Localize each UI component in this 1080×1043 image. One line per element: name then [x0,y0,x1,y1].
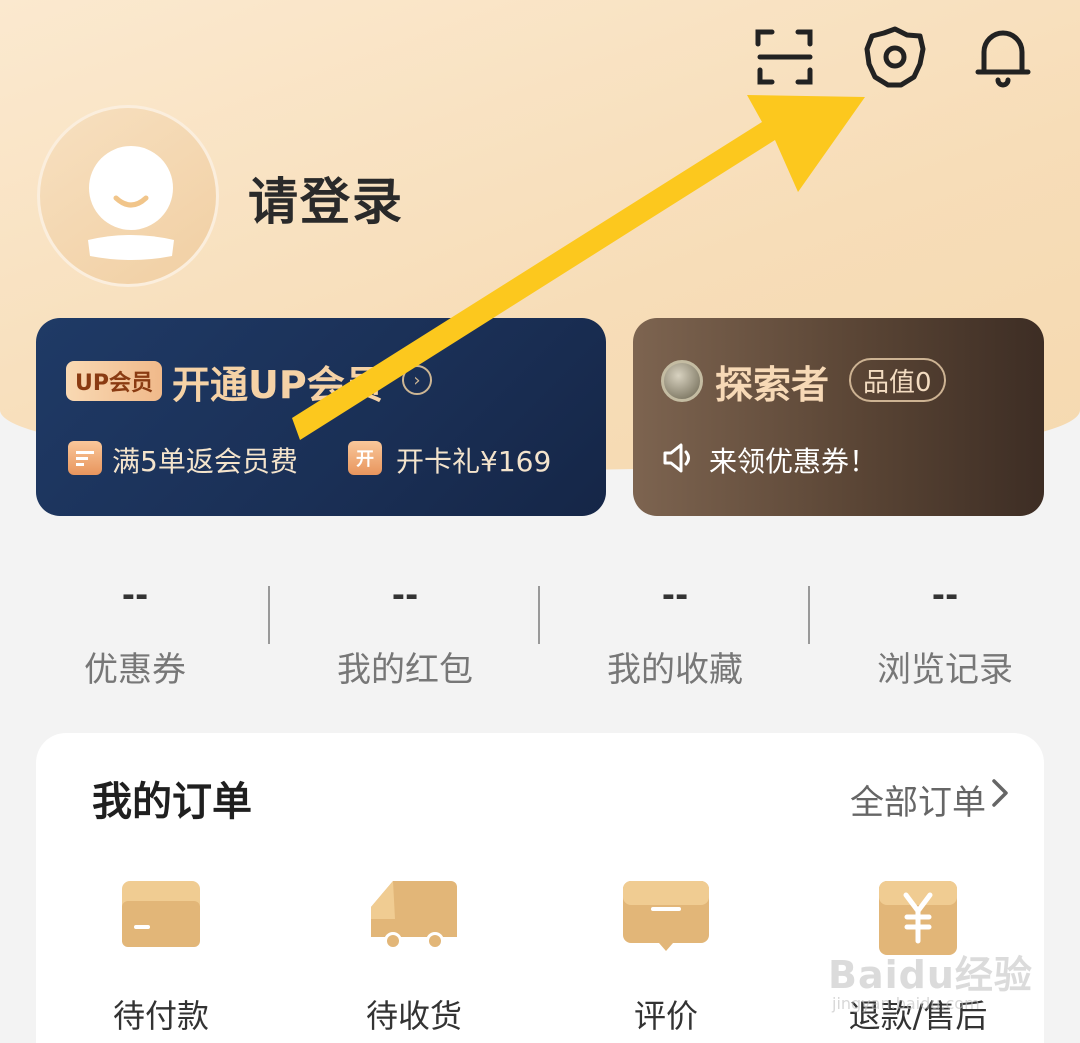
stat-label: 我的红包 [337,650,473,690]
stat-label: 优惠券 [84,650,186,690]
stat-value: -- [391,576,419,614]
wallet-card-icon [122,881,200,947]
stat-value: -- [121,576,149,614]
medal-icon [661,360,703,402]
vip-card-title: 开通UP会员 [172,363,383,407]
stat-value: -- [931,576,959,614]
stat-coupons[interactable]: -- 优惠券 [0,572,270,691]
claim-coupon-link[interactable]: 来领优惠券！ [709,440,877,480]
avatar[interactable] [37,105,219,287]
order-pending-payment[interactable]: 待付款 [51,879,271,1037]
open-card-gift-icon: 开 [348,441,382,475]
stat-label: 我的收藏 [607,650,743,690]
stat-red-packets[interactable]: -- 我的红包 [270,572,540,691]
order-label: 待付款 [112,997,209,1035]
stat-label: 浏览记录 [877,650,1013,690]
watermark-url: jingyan.baidu.com [832,994,980,1013]
order-label: 待收货 [365,997,462,1035]
bell-icon[interactable] [970,24,1036,90]
chevron-right-icon: › [402,365,432,395]
order-review[interactable]: 评价 [556,879,776,1037]
stat-favorites[interactable]: -- 我的收藏 [540,572,810,691]
level-badge: 品值0 [849,358,946,402]
stats-row: -- 优惠券 -- 我的红包 -- 我的收藏 -- 浏览记录 [0,572,1080,692]
explorer-level-card[interactable]: 探索者 品值0 来领优惠券！ [633,318,1044,516]
vip-perk-cashback: 满5单返会员费 [112,445,298,478]
delivery-truck-icon [371,881,457,950]
vip-membership-card[interactable]: UP会员 开通UP会员 › 满5单返会员费 开 开卡礼¥169 [36,318,606,516]
login-prompt[interactable]: 请登录 [248,162,404,234]
gear-icon[interactable] [862,24,928,90]
orders-title: 我的订单 [92,779,252,825]
comment-icon [623,881,709,951]
stat-value: -- [661,576,689,614]
watermark: Baidu经验 [828,953,1033,997]
order-pending-receipt[interactable]: 待收货 [304,879,524,1037]
up-vip-badge: UP会员 [66,361,162,401]
chevron-right-icon[interactable] [990,777,1010,809]
user-silhouette-icon [88,146,174,260]
vip-perk-gift: 开卡礼¥169 [396,445,552,478]
receipt-icon [68,441,102,475]
all-orders-link[interactable]: 全部订单 [850,775,986,824]
speaker-icon [663,443,690,473]
scan-icon[interactable] [752,24,818,90]
explorer-title: 探索者 [715,363,830,407]
order-label: 评价 [633,997,698,1035]
stat-history[interactable]: -- 浏览记录 [810,572,1080,691]
